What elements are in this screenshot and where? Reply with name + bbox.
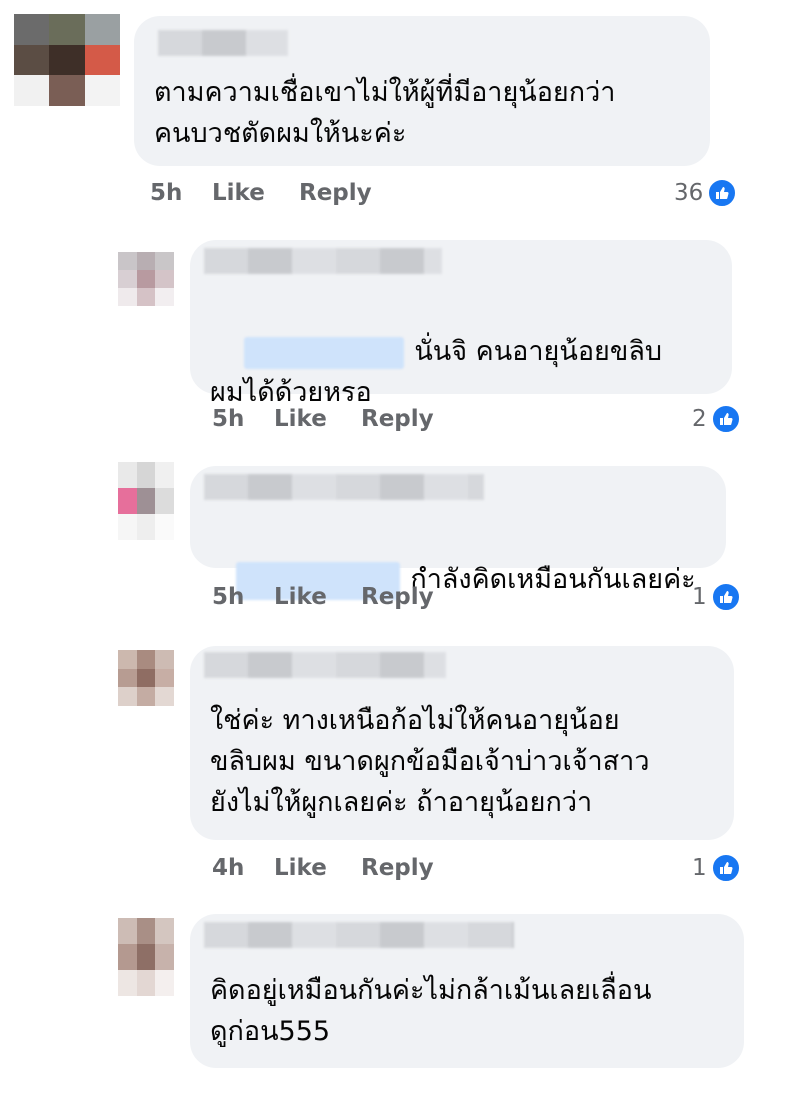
comment-bubble: นั่นจิ คนอายุน้อยขลิบ ผมได้ด้วยหรอ	[190, 240, 732, 408]
avatar[interactable]	[14, 14, 120, 106]
comment-bubble: คิดอยู่เหมือนกันค่ะไม่กล้าเม้นเลยเลื่อน …	[190, 914, 744, 1068]
comment-text: ตามความเชื่อเขาไม่ให้ผู้ที่มีอายุน้อยกว่…	[154, 77, 616, 149]
reaction-number: 36	[674, 180, 704, 206]
comment-time[interactable]: 4h	[212, 855, 274, 881]
mention-tag[interactable]	[244, 336, 405, 369]
reply-button[interactable]: Reply	[361, 406, 434, 432]
thumbs-up-icon	[710, 404, 741, 434]
comment-text: กำลังคิดเหมือนกันเลยค่ะ	[202, 518, 696, 641]
commenter-name[interactable]	[204, 922, 514, 948]
commenter-name[interactable]	[204, 474, 484, 500]
comment-actions: 5h Like Reply	[150, 180, 372, 206]
reaction-number: 1	[692, 584, 707, 610]
comment-actions: 5h Like Reply	[212, 584, 434, 610]
reaction-number: 1	[692, 855, 707, 881]
like-button[interactable]: Like	[212, 180, 299, 206]
like-button[interactable]: Like	[274, 855, 361, 881]
commenter-name[interactable]	[204, 248, 442, 274]
reaction-number: 2	[692, 406, 707, 432]
avatar[interactable]	[118, 462, 174, 540]
comment-text: ใช่ค่ะ ทางเหนือก้อไม่ให้คนอายุน้อย ขลิบผ…	[210, 705, 650, 818]
commenter-name[interactable]	[158, 30, 288, 56]
thumbs-up-icon	[710, 582, 741, 612]
reaction-count[interactable]: 1	[692, 853, 741, 883]
commenter-name[interactable]	[204, 652, 446, 678]
reply-button[interactable]: Reply	[361, 584, 434, 610]
reply-button[interactable]: Reply	[361, 855, 434, 881]
reaction-count[interactable]: 36	[674, 178, 738, 208]
thumbs-up-icon	[707, 178, 738, 208]
comment-text: คิดอยู่เหมือนกันค่ะไม่กล้าเม้นเลยเลื่อน …	[210, 975, 652, 1047]
reply-button[interactable]: Reply	[299, 180, 372, 206]
comment-actions: 4h Like Reply	[212, 855, 434, 881]
like-button[interactable]: Like	[274, 406, 361, 432]
reaction-count[interactable]: 1	[692, 582, 741, 612]
avatar[interactable]	[118, 650, 174, 706]
like-button[interactable]: Like	[274, 584, 361, 610]
thumbs-up-icon	[710, 853, 741, 883]
avatar[interactable]	[118, 252, 174, 306]
comment-bubble: ตามความเชื่อเขาไม่ให้ผู้ที่มีอายุน้อยกว่…	[134, 16, 710, 166]
comment-actions: 5h Like Reply	[212, 406, 434, 432]
avatar[interactable]	[118, 918, 174, 996]
comment-bubble: กำลังคิดเหมือนกันเลยค่ะ	[190, 466, 726, 600]
comment-time[interactable]: 5h	[212, 584, 274, 610]
reaction-count[interactable]: 2	[692, 404, 741, 434]
comment-time[interactable]: 5h	[150, 180, 212, 206]
comment-time[interactable]: 5h	[212, 406, 274, 432]
comment-bubble: ใช่ค่ะ ทางเหนือก้อไม่ให้คนอายุน้อย ขลิบผ…	[190, 646, 734, 840]
